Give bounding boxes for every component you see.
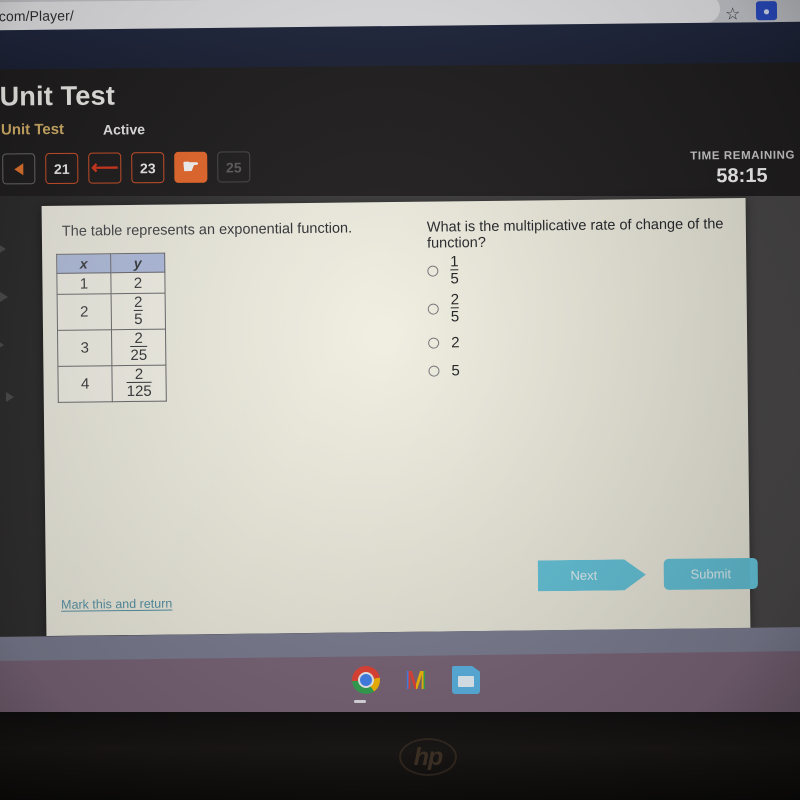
fraction-numerator: 2	[133, 293, 143, 311]
radio-button[interactable]	[427, 303, 439, 315]
radio-button[interactable]	[427, 265, 439, 277]
answer-option-label: 2 5	[450, 290, 460, 326]
fraction-numerator: 2	[134, 365, 144, 383]
cell-x: 2	[57, 293, 112, 331]
fraction-denominator: 5	[450, 269, 459, 288]
table-row: 4 2 125	[57, 365, 167, 403]
cell-y: 2 25	[111, 329, 166, 366]
table-row: 1 2	[56, 272, 166, 295]
cell-x: 4	[57, 365, 113, 403]
fraction-denominator: 125	[126, 381, 152, 401]
fraction-denominator: 5	[450, 307, 460, 326]
cell-y: 2 5	[111, 293, 166, 330]
pager-item-23[interactable]: 23	[131, 152, 165, 184]
taskbar-icons: M	[352, 666, 480, 694]
page-title: Unit Test	[0, 80, 116, 112]
fraction: 2 5	[450, 290, 460, 326]
fraction-denominator: 5	[134, 310, 143, 329]
flag-arrow-icon: ⟵	[91, 157, 119, 179]
pager-item-label: 21	[53, 160, 70, 177]
breadcrumb-test[interactable]: Unit Test	[1, 121, 64, 139]
pager-item-flagged[interactable]: ⟵	[88, 152, 122, 184]
status-badge: Active	[102, 121, 146, 138]
submit-button[interactable]: Submit	[663, 557, 758, 590]
fraction: 1 5	[450, 252, 459, 288]
question-stem: The table represents an exponential func…	[61, 220, 353, 240]
cell-y: 2 125	[111, 365, 167, 402]
answer-option-3[interactable]: 2	[428, 327, 460, 357]
table-row: 2 2 5	[57, 293, 166, 331]
table-row: 3 2 25	[57, 329, 166, 367]
answer-option-4[interactable]: 5	[428, 357, 460, 383]
screenshot-root: genuity.com/Player/ ☆ ● Unit Test Unit T…	[0, 0, 800, 800]
timer-label: TIME REMAINING	[690, 149, 796, 163]
cell-x: 3	[57, 329, 112, 367]
column-header-x: x	[56, 253, 111, 274]
chevron-left-icon	[14, 162, 24, 175]
test-header: Unit Test Unit Test Active 21 ⟵ 23 ☛ 25 …	[0, 62, 800, 206]
answer-options: 1 5 2 5 2 5	[427, 251, 460, 383]
cell-y: 2	[110, 272, 166, 294]
pager-item-label: 25	[225, 158, 242, 176]
table-header-row: x y	[56, 253, 165, 274]
cell-x: 1	[56, 272, 112, 295]
answer-option-label: 2	[451, 333, 460, 351]
answer-option-label: 1 5	[450, 252, 459, 288]
fraction: 2 25	[130, 329, 148, 365]
value-table: x y 1 2 2 2 5 3 2 25 4 2 125	[56, 252, 167, 403]
radio-button[interactable]	[428, 337, 440, 349]
column-header-y: y	[110, 253, 165, 273]
answer-option-2[interactable]: 2 5	[427, 289, 460, 327]
answer-option-1[interactable]: 1 5	[427, 251, 459, 289]
fraction-numerator: 1	[450, 252, 459, 271]
fraction-denominator: 25	[130, 345, 148, 365]
question-panel: The table represents an exponential func…	[41, 198, 758, 636]
pager-item-current[interactable]: ☛	[174, 151, 208, 183]
extension-icon[interactable]: ●	[755, 1, 778, 21]
google-slides-icon[interactable]	[452, 666, 480, 694]
chrome-running-indicator	[354, 700, 366, 703]
timer-value: 58:15	[716, 164, 768, 188]
fraction: 2 125	[126, 365, 152, 401]
hand-cursor-icon: ☛	[182, 156, 200, 178]
url-text: genuity.com/Player/	[0, 7, 74, 25]
radio-button[interactable]	[428, 365, 440, 377]
question-pager: 21 ⟵ 23 ☛ 25	[2, 151, 251, 185]
pager-item-21[interactable]: 21	[45, 152, 79, 185]
answer-option-label: 5	[451, 361, 460, 379]
mark-this-and-return-link[interactable]: Mark this and return	[61, 597, 172, 612]
fraction-numerator: 2	[134, 329, 143, 347]
chrome-icon[interactable]	[352, 666, 380, 694]
pager-item-25[interactable]: 25	[217, 151, 251, 183]
question-prompt: What is the multiplicative rate of chang…	[426, 216, 724, 252]
fraction-numerator: 2	[450, 290, 460, 309]
pager-prev-button[interactable]	[2, 153, 36, 185]
hp-logo: hp	[399, 738, 457, 776]
gmail-icon[interactable]: M	[402, 666, 430, 694]
scrollbar-marks	[0, 196, 28, 436]
pager-item-label: 23	[139, 159, 156, 176]
fraction: 2 5	[133, 293, 143, 329]
next-button[interactable]: Next	[538, 559, 646, 591]
star-icon[interactable]: ☆	[725, 4, 740, 23]
